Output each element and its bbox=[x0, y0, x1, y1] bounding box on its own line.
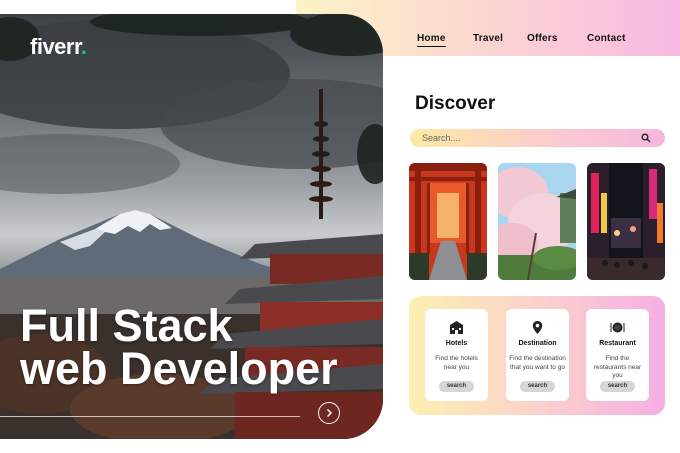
next-slide-button[interactable] bbox=[318, 402, 340, 424]
restaurant-card[interactable]: Restaurant Find the restaurants near you… bbox=[586, 309, 649, 401]
hotels-description: Find the hotels near you bbox=[435, 355, 478, 371]
city-night-street-photo[interactable] bbox=[587, 163, 665, 280]
hero-title: Full Stack web Developer bbox=[20, 300, 380, 394]
hero-title-line2: web Developer bbox=[20, 343, 338, 394]
location-pin-icon bbox=[532, 321, 543, 334]
hero-banner: fiverr. Full Stack web Developer bbox=[0, 14, 383, 439]
destination-description: Find the destination that you want to go bbox=[509, 355, 566, 371]
hotel-icon bbox=[450, 321, 463, 334]
destination-search-button[interactable]: search bbox=[520, 381, 555, 392]
hotels-card[interactable]: Hotels Find the hotels near you search bbox=[425, 309, 488, 401]
category-panel: Hotels Find the hotels near you search D… bbox=[409, 296, 665, 415]
nav-item-home[interactable]: Home bbox=[417, 33, 446, 47]
hero-title-line1: Full Stack bbox=[20, 300, 233, 351]
destination-title: Destination bbox=[518, 340, 557, 347]
restaurant-search-button[interactable]: search bbox=[600, 381, 635, 392]
fiverr-logo[interactable]: fiverr. bbox=[30, 34, 87, 60]
torii-gate-tunnel-photo[interactable] bbox=[409, 163, 487, 280]
logo-dot: . bbox=[80, 34, 87, 59]
nav-item-travel[interactable]: Travel bbox=[473, 33, 503, 44]
search-icon[interactable] bbox=[641, 133, 651, 143]
hotels-title: Hotels bbox=[445, 340, 468, 347]
dish-icon bbox=[610, 322, 625, 333]
hotels-search-button[interactable]: search bbox=[439, 381, 474, 392]
hero-divider bbox=[0, 416, 300, 417]
search-input[interactable] bbox=[422, 131, 637, 145]
restaurant-description: Find the restaurants near you bbox=[593, 355, 642, 379]
search-bar bbox=[410, 129, 665, 147]
nav-item-contact[interactable]: Contact bbox=[587, 33, 626, 44]
nav-item-offers[interactable]: Offers bbox=[527, 33, 558, 44]
cherry-blossom-photo[interactable] bbox=[498, 163, 576, 280]
destination-card[interactable]: Destination Find the destination that yo… bbox=[506, 309, 569, 401]
discover-heading: Discover bbox=[415, 93, 496, 114]
restaurant-title: Restaurant bbox=[599, 340, 636, 347]
chevron-right-icon bbox=[326, 408, 333, 418]
